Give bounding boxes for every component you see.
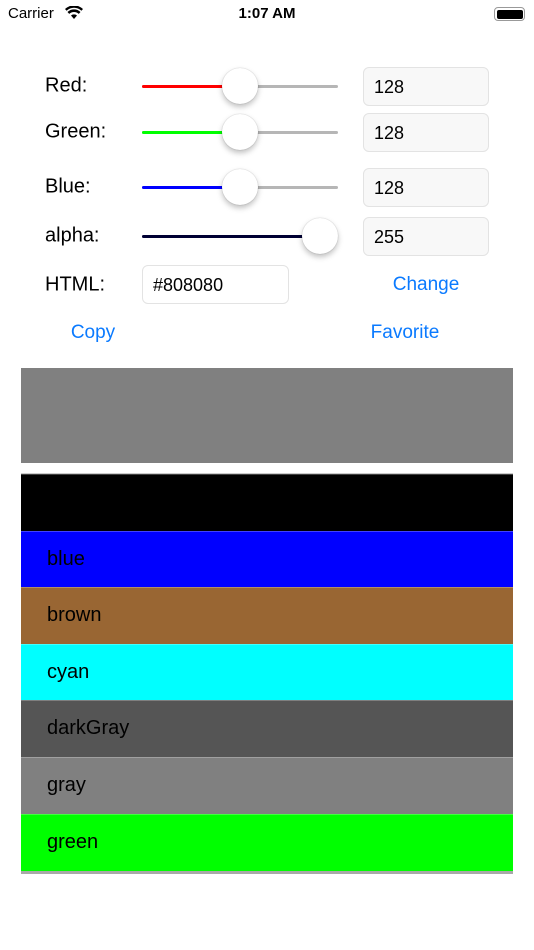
copy-button[interactable]: Copy <box>71 322 115 344</box>
color-row[interactable]: cyan <box>21 643 513 701</box>
red-label: Red: <box>45 74 88 97</box>
blue-slider-thumb[interactable] <box>222 169 259 205</box>
color-name: blue <box>47 547 85 570</box>
color-row[interactable]: gray <box>21 757 513 814</box>
color-name: cyan <box>47 660 90 683</box>
alpha-slider[interactable] <box>142 218 338 254</box>
blue-value-field[interactable]: 128 <box>363 168 489 207</box>
color-preview <box>21 368 513 463</box>
color-row[interactable]: green <box>21 813 513 871</box>
green-label: Green: <box>45 120 107 143</box>
html-input[interactable]: #808080 <box>142 265 289 304</box>
blue-label: Blue: <box>45 175 91 198</box>
color-name: darkGray <box>47 717 130 740</box>
blue-slider[interactable] <box>142 169 338 205</box>
color-name: gray <box>47 774 86 796</box>
html-label: HTML: <box>45 273 105 296</box>
color-row[interactable]: darkGray <box>21 700 513 758</box>
red-slider-thumb[interactable] <box>222 68 259 104</box>
red-slider[interactable] <box>142 68 338 104</box>
alpha-value-field[interactable]: 255 <box>363 217 489 256</box>
alpha-label: alpha: <box>45 224 100 247</box>
color-name: brown <box>47 604 102 627</box>
carrier-label: Carrier <box>8 5 54 22</box>
color-row[interactable] <box>21 474 513 531</box>
color-row[interactable]: brown <box>21 587 513 645</box>
green-slider-thumb[interactable] <box>222 114 259 150</box>
favorite-button[interactable]: Favorite <box>371 322 440 344</box>
wifi-icon <box>65 6 83 19</box>
green-slider[interactable] <box>142 114 338 150</box>
alpha-slider-thumb[interactable] <box>302 218 338 254</box>
green-value-field[interactable]: 128 <box>363 113 489 152</box>
time-label: 1:07 AM <box>238 5 296 22</box>
color-row[interactable]: blue <box>21 530 513 588</box>
battery-icon <box>494 7 525 21</box>
change-button[interactable]: Change <box>393 274 460 296</box>
alpha-slider-fill <box>142 235 320 238</box>
red-value-field[interactable]: 128 <box>363 67 489 106</box>
color-name: green <box>47 830 99 853</box>
